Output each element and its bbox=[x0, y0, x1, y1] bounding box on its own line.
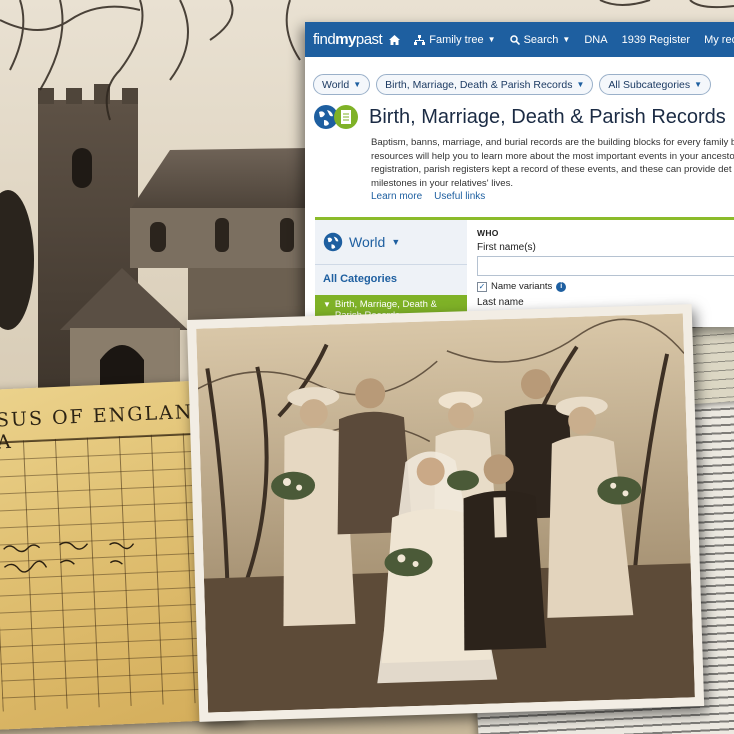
nav-search-label: Search bbox=[523, 33, 559, 46]
search-icon bbox=[509, 34, 520, 45]
category-icons bbox=[313, 104, 359, 130]
logo-text-past: past bbox=[355, 31, 383, 48]
wedding-photo-image bbox=[196, 313, 695, 713]
sidebar-item-label: Birth, Marriage, Death & bbox=[334, 299, 437, 310]
top-navbar: findmypast Family tree ▼ Search ▼ DNA 19… bbox=[305, 22, 734, 57]
home-icon bbox=[389, 34, 401, 45]
intro-links: Learn more Useful links bbox=[371, 191, 485, 202]
findmypast-webpage: findmypast Family tree ▼ Search ▼ DNA 19… bbox=[305, 22, 734, 327]
chevron-down-icon: ▼ bbox=[576, 80, 585, 89]
intro-text: Baptism, banns, marriage, and burial rec… bbox=[371, 136, 734, 190]
world-selector-label: World bbox=[349, 234, 386, 250]
sidebar-divider bbox=[315, 264, 467, 265]
intro-line: milestones in your relatives' lives. bbox=[371, 177, 514, 189]
nav-family-tree-label: Family tree bbox=[429, 33, 484, 46]
nav-dna-label: DNA bbox=[584, 33, 608, 46]
learn-more-link[interactable]: Learn more bbox=[371, 191, 422, 202]
name-variants-label: Name variants bbox=[491, 281, 553, 292]
nav-family-tree[interactable]: Family tree ▼ bbox=[407, 22, 502, 57]
logo-text-find: find bbox=[313, 31, 336, 48]
wedding-photograph bbox=[186, 304, 705, 722]
nav-search[interactable]: Search ▼ bbox=[503, 22, 578, 57]
intro-line: registration, parish registers kept a re… bbox=[371, 164, 732, 175]
intro-line: resources will help you to learn more ab… bbox=[371, 150, 734, 162]
chevron-down-icon: ▼ bbox=[487, 35, 496, 44]
home-button[interactable] bbox=[382, 22, 407, 57]
family-tree-icon bbox=[414, 34, 426, 45]
wedding-scene bbox=[196, 313, 695, 713]
region-filter[interactable]: World ▼ bbox=[313, 74, 371, 95]
info-icon[interactable]: i bbox=[556, 281, 567, 292]
subcategory-filter[interactable]: All Subcategories ▼ bbox=[599, 74, 712, 95]
globe-icon bbox=[323, 232, 343, 252]
search-form: WHO First name(s) ✓ Name variants i Last… bbox=[477, 228, 734, 308]
nav-dna[interactable]: DNA bbox=[577, 22, 614, 57]
nav-1939-register-label: 1939 Register bbox=[621, 33, 691, 46]
category-filter-label: Birth, Marriage, Death & Parish Records bbox=[385, 78, 573, 91]
chevron-down-icon: ▼ bbox=[353, 80, 362, 89]
nav-my-records-label: My records bbox=[704, 33, 734, 46]
findmypast-logo[interactable]: findmypast bbox=[313, 31, 383, 48]
useful-links-link[interactable]: Useful links bbox=[434, 191, 485, 202]
chevron-down-icon: ▼ bbox=[562, 35, 571, 44]
filter-bar: World ▼ Birth, Marriage, Death & Parish … bbox=[313, 74, 712, 95]
name-variants-checkbox[interactable]: ✓ bbox=[477, 281, 487, 292]
page-title: Birth, Marriage, Death & Parish Records bbox=[369, 105, 726, 128]
subcategory-filter-label: All Subcategories bbox=[608, 78, 691, 91]
nav-my-records[interactable]: My records bbox=[697, 22, 734, 57]
nav-1939-register[interactable]: 1939 Register bbox=[615, 22, 698, 57]
who-section-heading: WHO bbox=[477, 228, 499, 238]
chevron-down-icon: ▼ bbox=[391, 237, 401, 247]
category-filter[interactable]: Birth, Marriage, Death & Parish Records … bbox=[376, 74, 594, 95]
intro-line: Baptism, banns, marriage, and burial rec… bbox=[371, 137, 734, 148]
name-variants-row: ✓ Name variants i bbox=[477, 281, 734, 292]
page-header: Birth, Marriage, Death & Parish Records bbox=[313, 104, 726, 130]
sidebar-item-all-categories[interactable]: All Categories bbox=[323, 273, 397, 285]
chevron-down-icon: ▼ bbox=[694, 80, 703, 89]
document-icon bbox=[334, 105, 358, 129]
logo-text-my: my bbox=[335, 31, 356, 48]
first-name-label: First name(s) bbox=[477, 242, 536, 253]
first-name-input[interactable] bbox=[477, 256, 734, 276]
region-filter-label: World bbox=[322, 78, 350, 91]
world-selector[interactable]: World ▼ bbox=[323, 232, 400, 252]
